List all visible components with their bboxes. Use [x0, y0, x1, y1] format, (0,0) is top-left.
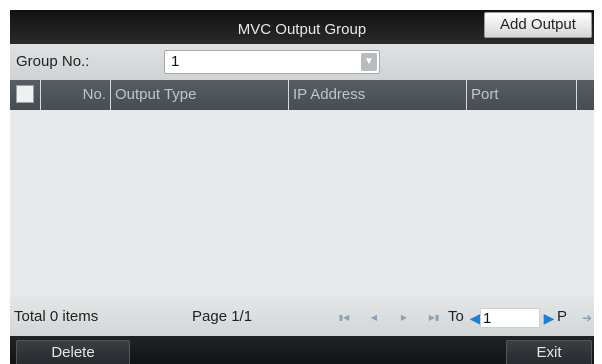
exit-button[interactable]: Exit	[506, 340, 592, 364]
page-indicator: Page 1/1	[192, 308, 253, 325]
mvc-output-group-dialog: MVC Output Group Add Output Group No.: 1…	[10, 10, 594, 364]
select-all-cell	[10, 80, 40, 110]
delete-button[interactable]: Delete	[16, 340, 130, 364]
column-header-output-type[interactable]: Output Type	[110, 80, 288, 110]
arrow-right-icon[interactable]: ➜	[580, 311, 594, 325]
column-header-spacer	[576, 80, 594, 110]
last-page-icon[interactable]: ▶▮	[427, 311, 441, 325]
table-header: No. Output Type IP Address Port	[10, 80, 594, 110]
footer-bar: Delete Exit	[10, 336, 594, 364]
goto-p-label: P	[557, 308, 568, 325]
chevron-down-icon[interactable]: ▼	[361, 53, 377, 71]
total-items-text: Total 0 items	[14, 308, 99, 325]
pagination-bar: Total 0 items Page 1/1 ▮◀ ◀ ▶ ▶▮ To ◀ ▶ …	[10, 296, 594, 336]
next-page-icon[interactable]: ▶	[397, 311, 411, 325]
prev-page-icon[interactable]: ◀	[367, 311, 381, 325]
column-header-ip-address[interactable]: IP Address	[288, 80, 466, 110]
column-header-port[interactable]: Port	[466, 80, 576, 110]
group-no-label: Group No.:	[16, 53, 90, 70]
group-no-select[interactable]: 1 ▼	[164, 50, 380, 74]
add-output-button[interactable]: Add Output	[484, 12, 592, 38]
increment-page-icon[interactable]: ▶	[542, 309, 556, 327]
title-bar: MVC Output Group Add Output	[10, 10, 594, 44]
first-page-icon[interactable]: ▮◀	[337, 311, 351, 325]
goto-to-label: To	[448, 308, 464, 325]
table-body[interactable]	[10, 110, 594, 296]
column-header-no[interactable]: No.	[40, 80, 110, 110]
goto-page-input[interactable]	[480, 308, 540, 328]
select-all-checkbox[interactable]	[16, 85, 34, 103]
group-no-value: 1	[171, 53, 180, 70]
group-row: Group No.: 1 ▼	[10, 44, 594, 80]
